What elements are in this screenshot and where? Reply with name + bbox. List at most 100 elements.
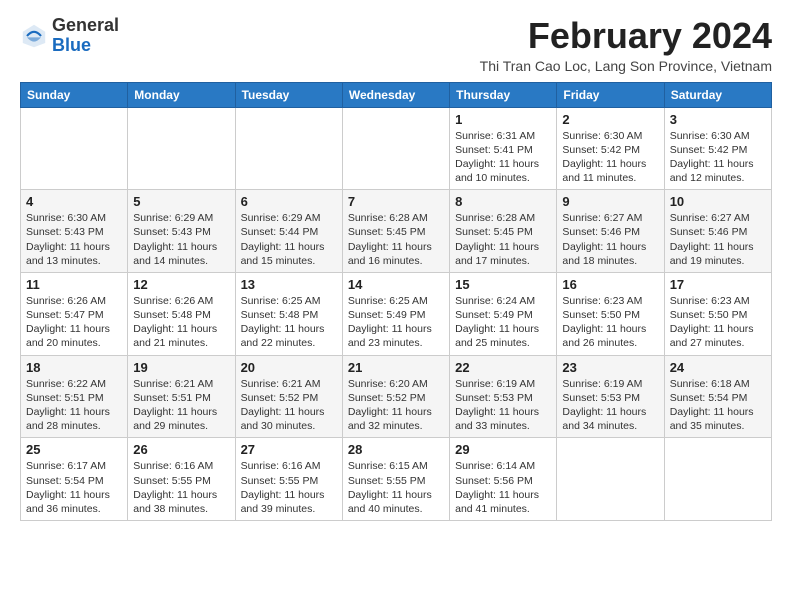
calendar-cell: 25 Sunrise: 6:17 AMSunset: 5:54 PMDayligh… xyxy=(21,438,128,521)
calendar-cell: 8 Sunrise: 6:28 AMSunset: 5:45 PMDaylight… xyxy=(450,190,557,273)
day-info: Sunrise: 6:18 AMSunset: 5:54 PMDaylight:… xyxy=(670,377,766,434)
day-number: 25 xyxy=(26,442,122,457)
calendar-cell: 11 Sunrise: 6:26 AMSunset: 5:47 PMDayligh… xyxy=(21,272,128,355)
day-number: 24 xyxy=(670,360,766,375)
day-number: 18 xyxy=(26,360,122,375)
day-info: Sunrise: 6:30 AMSunset: 5:43 PMDaylight:… xyxy=(26,211,122,268)
weekday-header-sunday: Sunday xyxy=(21,82,128,107)
day-info: Sunrise: 6:25 AMSunset: 5:49 PMDaylight:… xyxy=(348,294,444,351)
day-info: Sunrise: 6:29 AMSunset: 5:43 PMDaylight:… xyxy=(133,211,229,268)
calendar-cell: 16Sunrise: 6:23 AMSunset: 5:50 PMDayligh… xyxy=(557,272,664,355)
day-info: Sunrise: 6:29 AMSunset: 5:44 PMDaylight:… xyxy=(241,211,337,268)
calendar-cell: 15 Sunrise: 6:24 AMSunset: 5:49 PMDayligh… xyxy=(450,272,557,355)
calendar-cell: 20 Sunrise: 6:21 AMSunset: 5:52 PMDayligh… xyxy=(235,355,342,438)
logo-icon xyxy=(20,22,48,50)
day-number: 5 xyxy=(133,194,229,209)
subtitle: Thi Tran Cao Loc, Lang Son Province, Vie… xyxy=(480,58,772,74)
calendar-cell: 3 Sunrise: 6:30 AMSunset: 5:42 PMDaylight… xyxy=(664,107,771,190)
calendar-cell: 19 Sunrise: 6:21 AMSunset: 5:51 PMDayligh… xyxy=(128,355,235,438)
calendar-cell: 4 Sunrise: 6:30 AMSunset: 5:43 PMDaylight… xyxy=(21,190,128,273)
day-info: Sunrise: 6:14 AMSunset: 5:56 PMDaylight:… xyxy=(455,459,551,516)
calendar-cell: 6Sunrise: 6:29 AMSunset: 5:44 PMDaylight… xyxy=(235,190,342,273)
day-info: Sunrise: 6:15 AMSunset: 5:55 PMDaylight:… xyxy=(348,459,444,516)
day-info: Sunrise: 6:20 AMSunset: 5:52 PMDaylight:… xyxy=(348,377,444,434)
logo-text: General Blue xyxy=(52,16,119,56)
day-number: 28 xyxy=(348,442,444,457)
day-number: 17 xyxy=(670,277,766,292)
calendar-cell: 14 Sunrise: 6:25 AMSunset: 5:49 PMDayligh… xyxy=(342,272,449,355)
calendar-cell: 17 Sunrise: 6:23 AMSunset: 5:50 PMDayligh… xyxy=(664,272,771,355)
day-number: 27 xyxy=(241,442,337,457)
title-area: February 2024 Thi Tran Cao Loc, Lang Son… xyxy=(480,16,772,74)
day-number: 21 xyxy=(348,360,444,375)
calendar-cell: 12 Sunrise: 6:26 AMSunset: 5:48 PMDayligh… xyxy=(128,272,235,355)
calendar-cell: 5 Sunrise: 6:29 AMSunset: 5:43 PMDaylight… xyxy=(128,190,235,273)
calendar-cell xyxy=(664,438,771,521)
day-number: 3 xyxy=(670,112,766,127)
weekday-header-monday: Monday xyxy=(128,82,235,107)
day-info: Sunrise: 6:26 AMSunset: 5:47 PMDaylight:… xyxy=(26,294,122,351)
day-info: Sunrise: 6:16 AMSunset: 5:55 PMDaylight:… xyxy=(133,459,229,516)
calendar-cell xyxy=(128,107,235,190)
calendar-cell: 9 Sunrise: 6:27 AMSunset: 5:46 PMDaylight… xyxy=(557,190,664,273)
weekday-header-friday: Friday xyxy=(557,82,664,107)
day-number: 1 xyxy=(455,112,551,127)
calendar-cell: 7 Sunrise: 6:28 AMSunset: 5:45 PMDaylight… xyxy=(342,190,449,273)
day-info: Sunrise: 6:24 AMSunset: 5:49 PMDaylight:… xyxy=(455,294,551,351)
day-info: Sunrise: 6:27 AMSunset: 5:46 PMDaylight:… xyxy=(562,211,658,268)
day-number: 9 xyxy=(562,194,658,209)
day-info: Sunrise: 6:28 AMSunset: 5:45 PMDaylight:… xyxy=(348,211,444,268)
day-number: 2 xyxy=(562,112,658,127)
calendar-cell: 23 Sunrise: 6:19 AMSunset: 5:53 PMDayligh… xyxy=(557,355,664,438)
calendar-cell: 18 Sunrise: 6:22 AMSunset: 5:51 PMDayligh… xyxy=(21,355,128,438)
logo: General Blue xyxy=(20,16,119,56)
day-info: Sunrise: 6:17 AMSunset: 5:54 PMDaylight:… xyxy=(26,459,122,516)
weekday-header-tuesday: Tuesday xyxy=(235,82,342,107)
day-number: 16 xyxy=(562,277,658,292)
day-info: Sunrise: 6:30 AMSunset: 5:42 PMDaylight:… xyxy=(562,129,658,186)
calendar-cell: 10Sunrise: 6:27 AMSunset: 5:46 PMDayligh… xyxy=(664,190,771,273)
day-info: Sunrise: 6:23 AMSunset: 5:50 PMDaylight:… xyxy=(670,294,766,351)
weekday-header-thursday: Thursday xyxy=(450,82,557,107)
weekday-header-wednesday: Wednesday xyxy=(342,82,449,107)
day-number: 14 xyxy=(348,277,444,292)
day-number: 26 xyxy=(133,442,229,457)
day-info: Sunrise: 6:16 AMSunset: 5:55 PMDaylight:… xyxy=(241,459,337,516)
weekday-header-saturday: Saturday xyxy=(664,82,771,107)
day-number: 11 xyxy=(26,277,122,292)
day-number: 15 xyxy=(455,277,551,292)
calendar-cell xyxy=(557,438,664,521)
day-number: 22 xyxy=(455,360,551,375)
day-number: 23 xyxy=(562,360,658,375)
day-info: Sunrise: 6:30 AMSunset: 5:42 PMDaylight:… xyxy=(670,129,766,186)
day-number: 13 xyxy=(241,277,337,292)
calendar-cell: 2 Sunrise: 6:30 AMSunset: 5:42 PMDaylight… xyxy=(557,107,664,190)
day-number: 7 xyxy=(348,194,444,209)
calendar-cell: 29Sunrise: 6:14 AMSunset: 5:56 PMDayligh… xyxy=(450,438,557,521)
main-title: February 2024 xyxy=(480,16,772,56)
day-info: Sunrise: 6:27 AMSunset: 5:46 PMDaylight:… xyxy=(670,211,766,268)
day-info: Sunrise: 6:21 AMSunset: 5:51 PMDaylight:… xyxy=(133,377,229,434)
calendar-cell: 22 Sunrise: 6:19 AMSunset: 5:53 PMDayligh… xyxy=(450,355,557,438)
calendar-cell: 13 Sunrise: 6:25 AMSunset: 5:48 PMDayligh… xyxy=(235,272,342,355)
day-info: Sunrise: 6:19 AMSunset: 5:53 PMDaylight:… xyxy=(562,377,658,434)
day-number: 19 xyxy=(133,360,229,375)
calendar-cell: 1 Sunrise: 6:31 AMSunset: 5:41 PMDaylight… xyxy=(450,107,557,190)
calendar-table: SundayMondayTuesdayWednesdayThursdayFrid… xyxy=(20,82,772,521)
day-number: 8 xyxy=(455,194,551,209)
calendar-cell xyxy=(342,107,449,190)
day-info: Sunrise: 6:19 AMSunset: 5:53 PMDaylight:… xyxy=(455,377,551,434)
day-info: Sunrise: 6:31 AMSunset: 5:41 PMDaylight:… xyxy=(455,129,551,186)
day-number: 4 xyxy=(26,194,122,209)
day-number: 20 xyxy=(241,360,337,375)
day-info: Sunrise: 6:25 AMSunset: 5:48 PMDaylight:… xyxy=(241,294,337,351)
day-info: Sunrise: 6:26 AMSunset: 5:48 PMDaylight:… xyxy=(133,294,229,351)
day-number: 12 xyxy=(133,277,229,292)
calendar-cell: 28 Sunrise: 6:15 AMSunset: 5:55 PMDayligh… xyxy=(342,438,449,521)
header: General Blue February 2024 Thi Tran Cao … xyxy=(20,16,772,74)
day-info: Sunrise: 6:28 AMSunset: 5:45 PMDaylight:… xyxy=(455,211,551,268)
day-info: Sunrise: 6:21 AMSunset: 5:52 PMDaylight:… xyxy=(241,377,337,434)
day-info: Sunrise: 6:22 AMSunset: 5:51 PMDaylight:… xyxy=(26,377,122,434)
calendar-cell: 21 Sunrise: 6:20 AMSunset: 5:52 PMDayligh… xyxy=(342,355,449,438)
calendar-cell xyxy=(235,107,342,190)
